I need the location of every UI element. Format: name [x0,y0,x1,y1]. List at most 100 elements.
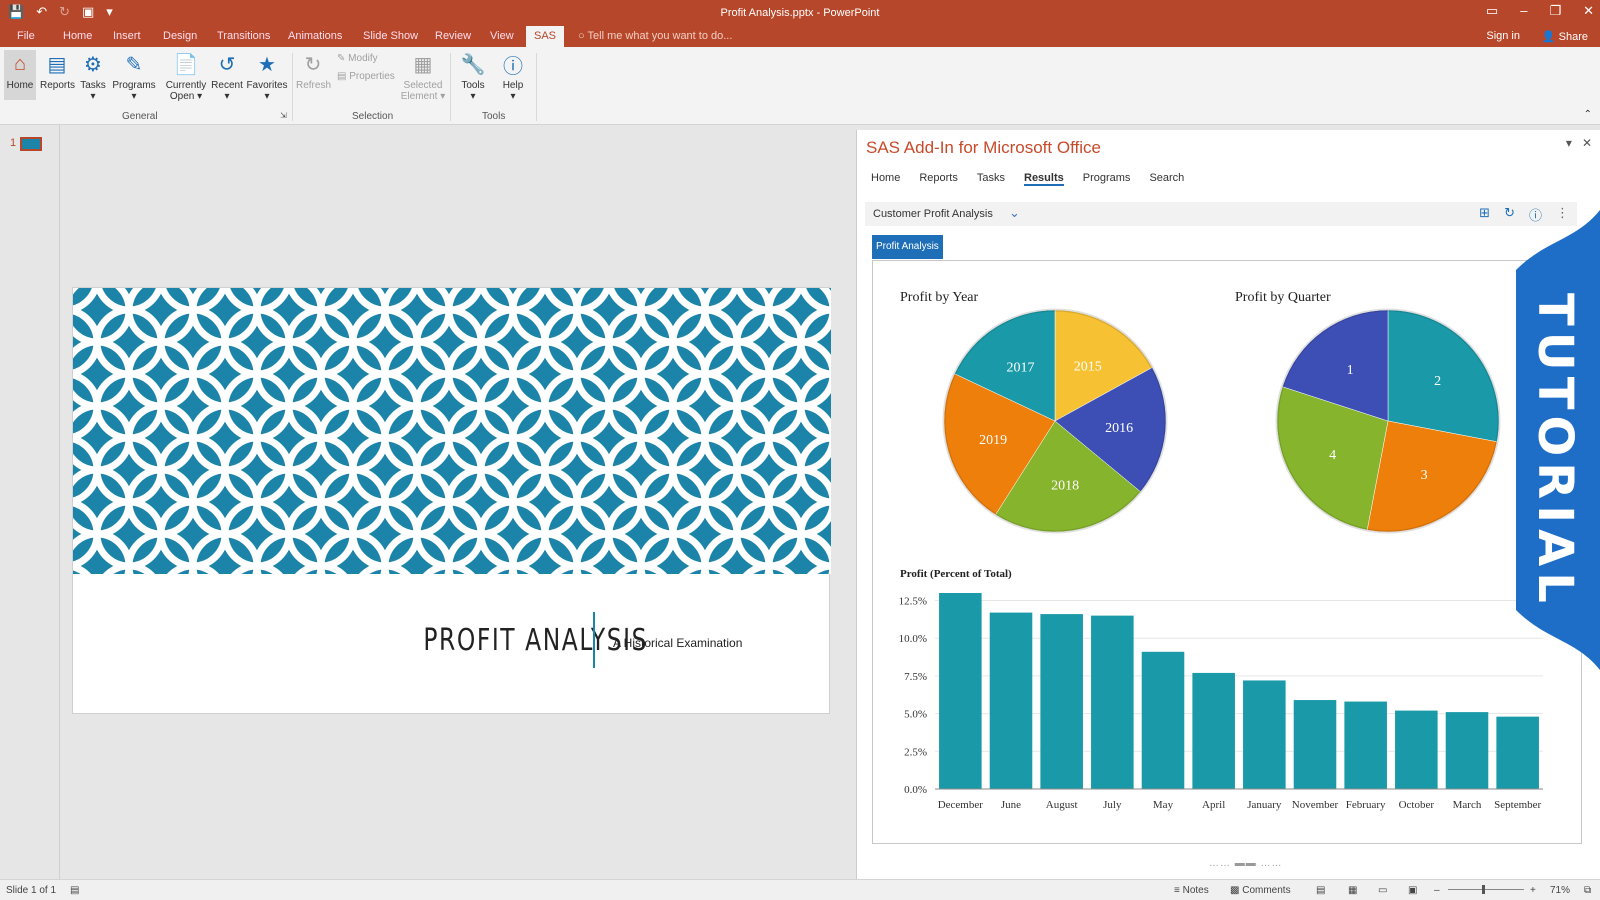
restore-icon[interactable]: ❐ [1549,3,1561,19]
close-icon[interactable]: ✕ [1583,3,1594,19]
bar-chart-month[interactable]: 0.0% 2.5% 5.0% 7.5% 10.0% 12.5% December June Au… [899,593,1543,811]
bar-x-tick-label: June [1001,799,1021,811]
slide-subtitle[interactable]: A Historical Examination [613,636,742,650]
tab-view[interactable]: View [490,30,514,42]
tools-button[interactable]: 🔧 Tools ▾ [458,50,488,103]
bar[interactable] [1395,710,1438,789]
help-button[interactable]: ⓘ Help ▾ [498,50,528,103]
programs-dropdown-icon: ▾ [131,91,137,102]
pie-year-slice-label: 2015 [1074,360,1102,375]
minimize-icon[interactable]: – [1520,3,1527,19]
bar[interactable] [1091,615,1134,789]
tab-slide-show[interactable]: Slide Show [363,30,418,42]
recent-button[interactable]: ↺ Recent ▾ [210,50,244,103]
slide-thumbnail[interactable] [20,137,42,151]
tab-file[interactable]: File [17,30,35,42]
pane-nav-home[interactable]: Home [871,172,900,186]
refresh-icon[interactable]: ↻ [1504,205,1515,224]
bar[interactable] [939,593,982,789]
results-chart-area: Profit by Year Profit by Quarter 2015201… [899,290,1543,811]
pane-nav-reports[interactable]: Reports [919,172,958,186]
pie-chart-quarter[interactable]: 2 3 4 1 [1275,308,1501,534]
chevron-down-icon[interactable]: ⌄ [1009,205,1020,221]
comments-button[interactable]: ▩ Comments [1230,885,1291,896]
reading-view-icon[interactable]: ▭ [1378,885,1387,896]
pane-nav-programs[interactable]: Programs [1083,172,1131,186]
bar[interactable] [1293,700,1337,789]
bar[interactable] [1243,680,1286,789]
sign-in-link[interactable]: Sign in [1486,30,1520,42]
zoom-slider[interactable] [1448,889,1524,890]
tell-me-search[interactable]: ○ Tell me what you want to do... [578,30,732,42]
bar[interactable] [1141,651,1185,789]
favorites-button[interactable]: ★ Favorites ▾ [246,50,288,103]
tab-sas[interactable]: SAS [526,26,565,47]
dialog-launcher-icon[interactable]: ⇲ [280,111,287,120]
tab-design[interactable]: Design [163,30,197,42]
properties-button[interactable]: ▤ Properties [337,71,395,82]
refresh-icon: ↻ [304,53,322,76]
comments-label: Comments [1242,885,1291,896]
share-button[interactable]: 👤 Share [1542,30,1588,43]
favorites-label: Favorites [246,80,288,91]
fit-slide-icon[interactable]: ⧉ [1584,885,1591,896]
pane-close-icon[interactable]: ✕ [1582,136,1592,150]
pane-nav-results[interactable]: Results [1024,172,1064,186]
bar-y-tick-label: 2.5% [904,746,927,758]
bar-y-tick-label: 5.0% [904,709,927,721]
help-icon: ⓘ [503,55,523,78]
ribbon-display-icon[interactable]: ▭ [1486,3,1498,19]
tab-animations[interactable]: Animations [288,30,342,42]
recent-label: Recent [211,80,243,91]
currently-open-button[interactable]: 📄 Currently Open ▾ [164,50,208,103]
bar[interactable] [1040,614,1083,789]
normal-view-icon[interactable]: ▤ [1316,885,1325,896]
bar-x-tick-label: October [1399,799,1435,811]
zoom-in-icon[interactable]: + [1530,885,1536,896]
tools-label: Tools [461,80,485,91]
slide-sorter-icon[interactable]: ▦ [1348,885,1357,896]
zoom-slider-thumb[interactable] [1482,885,1485,894]
zoom-level[interactable]: 71% [1550,885,1570,896]
pane-scroll-indicator[interactable]: …… ▬▬ …… [1209,858,1283,869]
collapse-ribbon-icon[interactable]: ⌃ [1584,109,1592,120]
pane-options-icon[interactable]: ▾ [1566,136,1572,150]
programs-button[interactable]: ✎ Programs ▾ [112,50,156,103]
bar-x-tick-label: November [1292,799,1339,811]
tab-home[interactable]: Home [63,30,92,42]
slideshow-view-icon[interactable]: ▣ [1408,885,1417,896]
home-label: Home [6,80,34,91]
tab-transitions[interactable]: Transitions [217,30,270,42]
slide-canvas[interactable]: PROFIT ANALYSIS A Historical Examination [72,287,831,714]
window-controls: ▭ – ❐ ✕ [1486,3,1594,19]
bar[interactable] [1496,716,1539,789]
bar[interactable] [1445,712,1489,789]
pie-chart-year[interactable]: 2015 2016 2018 2019 2017 [942,308,1168,534]
tab-insert[interactable]: Insert [113,30,141,42]
tell-me-text: Tell me what you want to do... [587,30,733,42]
bar[interactable] [1192,672,1235,789]
pie-quarter-slice-label: 1 [1347,363,1354,378]
tasks-button[interactable]: ⚙ Tasks ▾ [78,50,108,103]
reports-button[interactable]: ▤ Reports [40,50,75,92]
context-selector[interactable]: Customer Profit Analysis [873,208,993,220]
pane-nav-tasks[interactable]: Tasks [977,172,1005,186]
programs-label: Programs [112,80,156,91]
modify-button[interactable]: ✎ Modify [337,53,378,64]
pie-year-title: Profit by Year [900,290,979,305]
result-tab[interactable]: Profit Analysis [872,235,943,259]
selected-element-button[interactable]: ▦ Selected Element ▾ [400,50,446,103]
zoom-out-icon[interactable]: – [1434,885,1440,896]
insert-icon[interactable]: ⊞ [1479,205,1490,224]
pane-nav-search[interactable]: Search [1149,172,1184,186]
notes-status-icon[interactable]: ▤ [70,885,79,896]
home-button[interactable]: ⌂ Home [4,50,36,100]
bar[interactable] [1344,701,1387,789]
tab-review[interactable]: Review [435,30,471,42]
pie-quarter-slice-label: 3 [1421,468,1428,483]
group-separator [292,53,293,121]
pie-quarter-slice[interactable] [1387,309,1500,443]
refresh-button[interactable]: ↻ Refresh [296,50,331,92]
notes-button[interactable]: ≡ Notes [1174,885,1209,896]
bar[interactable] [989,612,1033,789]
